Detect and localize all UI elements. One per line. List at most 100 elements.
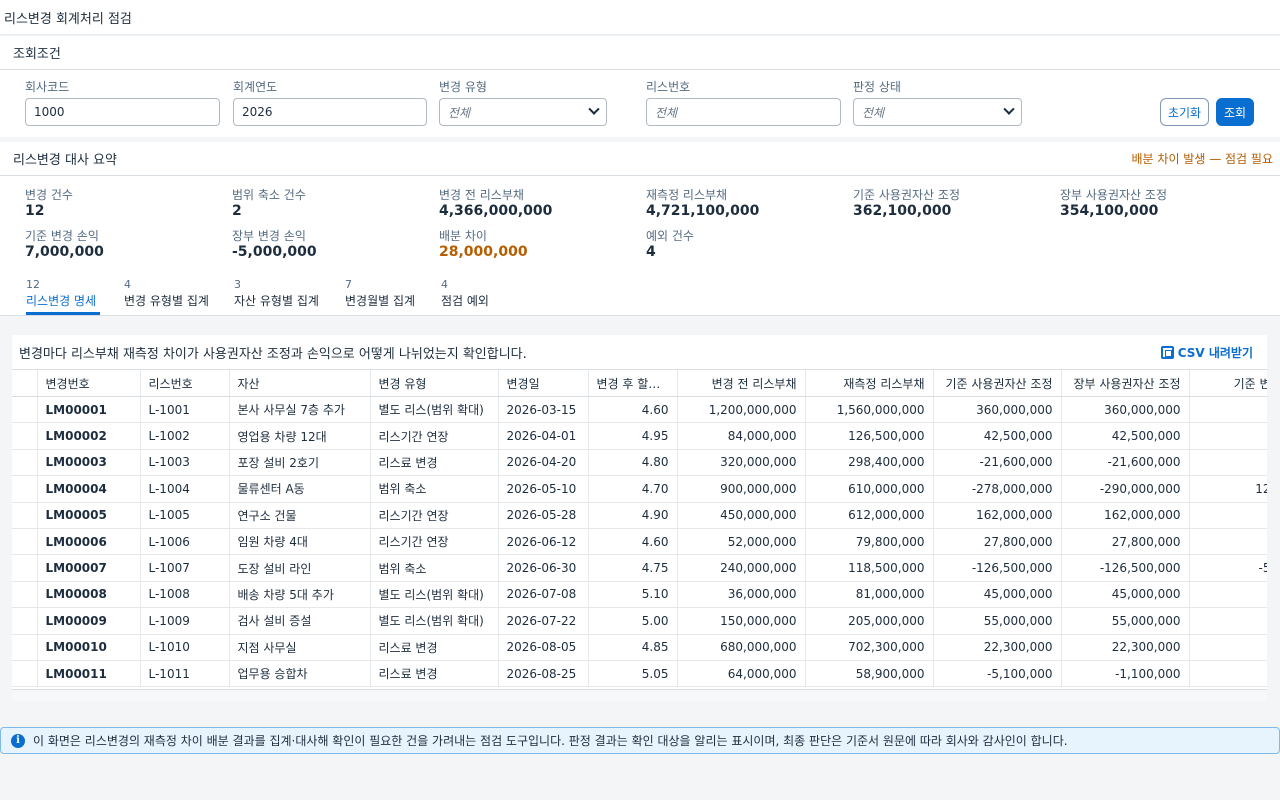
table-cell: 612,000,000 bbox=[805, 502, 934, 529]
row-selector[interactable] bbox=[12, 396, 38, 424]
company-code-label: 회사코드 bbox=[25, 80, 70, 94]
column-header[interactable]: 변경 후 할인... bbox=[588, 369, 678, 397]
table-cell: 4.60 bbox=[588, 396, 678, 424]
lease-change-table: 변경번호 리스번호 자산 변경 유형 변경일 변경 후 할인... 변경 전 리스부채 재측정… bbox=[12, 369, 1267, 688]
table-cell: 2026-04-20 bbox=[498, 449, 589, 477]
row-selector[interactable] bbox=[12, 581, 38, 609]
info-message-strip: i 이 화면은 리스변경의 재측정 차이 배분 결과를 집계·대사해 확인이 필… bbox=[0, 727, 1280, 754]
csv-download-button[interactable]: CSV 내려받기 bbox=[1160, 344, 1253, 361]
column-header[interactable]: 기준 변 bbox=[1189, 369, 1267, 397]
row-selector[interactable] bbox=[12, 660, 38, 688]
table-row[interactable]: LM00005 L-1005 연구소 건물 리스기간 연장 2026-05-28 4.90… bbox=[12, 502, 1267, 529]
row-selector[interactable] bbox=[12, 634, 38, 661]
table-cell bbox=[1189, 528, 1267, 556]
table-cell: 2026-06-30 bbox=[498, 554, 589, 582]
table-cell: 리스료 변경 bbox=[370, 660, 499, 688]
table-cell: 360,000,000 bbox=[1061, 396, 1190, 424]
table-cell: 702,300,000 bbox=[805, 634, 934, 661]
row-selector[interactable] bbox=[12, 502, 38, 529]
tab-by-month[interactable]: 7 변경월별 집계 bbox=[345, 278, 415, 309]
table-cell: 영업용 차량 12대 bbox=[229, 422, 371, 450]
table-cell bbox=[1189, 422, 1267, 450]
table-row[interactable]: LM00002 L-1002 영업용 차량 12대 리스기간 연장 2026-04-01… bbox=[12, 422, 1267, 450]
table-row[interactable]: LM00010 L-1010 지점 사무실 리스료 변경 2026-08-05 4.85 6… bbox=[12, 634, 1267, 661]
table-cell: -21,600,000 bbox=[1061, 449, 1190, 477]
table-row[interactable]: LM00008 L-1008 배송 차량 5대 추가 별도 리스(범위 확대) 2026… bbox=[12, 581, 1267, 609]
table-cell: 2026-03-15 bbox=[498, 396, 589, 424]
table-cell: 별도 리스(범위 확대) bbox=[370, 607, 499, 635]
column-header[interactable]: 변경번호 bbox=[37, 369, 141, 397]
table-cell: -1,100,000 bbox=[1061, 660, 1190, 688]
change-type-select[interactable]: 전체 bbox=[439, 98, 607, 126]
tab-by-asset-type[interactable]: 3 자산 유형별 집계 bbox=[234, 278, 319, 309]
column-header[interactable]: 재측정 리스부채 bbox=[805, 369, 934, 397]
status-select[interactable]: 전체 bbox=[853, 98, 1022, 126]
summary-title: 리스변경 대사 요약 bbox=[13, 153, 117, 168]
row-selector[interactable] bbox=[12, 475, 38, 503]
copy-icon bbox=[1160, 345, 1174, 359]
table-cell: 4.75 bbox=[588, 554, 678, 582]
row-selector[interactable] bbox=[12, 528, 38, 556]
company-code-input[interactable]: 1000 bbox=[25, 98, 220, 126]
summary-section-header: 리스변경 대사 요약 배분 차이 발생 — 점검 필요 bbox=[0, 142, 1280, 176]
table-row[interactable]: LM00009 L-1009 검사 설비 증설 별도 리스(범위 확대) 2026-07… bbox=[12, 607, 1267, 635]
table-row[interactable]: LM00006 L-1006 임원 차량 4대 리스기간 연장 2026-06-12 4.… bbox=[12, 528, 1267, 556]
table-cell: L-1008 bbox=[140, 581, 230, 609]
row-selector[interactable] bbox=[12, 554, 38, 582]
table-cell bbox=[1189, 502, 1267, 529]
table-cell bbox=[1189, 660, 1267, 688]
column-header[interactable]: 변경 전 리스부채 bbox=[677, 369, 806, 397]
table-cell: 5.10 bbox=[588, 581, 678, 609]
fiscal-year-label: 회계연도 bbox=[233, 80, 278, 94]
column-header[interactable]: 기준 사용권자산 조정 bbox=[933, 369, 1062, 397]
table-cell: 27,800,000 bbox=[933, 528, 1062, 556]
fiscal-year-input[interactable]: 2026 bbox=[233, 98, 427, 126]
lease-no-filter: 리스번호 전체 bbox=[646, 78, 841, 126]
row-selector-header[interactable] bbox=[12, 369, 38, 397]
lease-no-input[interactable]: 전체 bbox=[646, 98, 841, 126]
horizontal-scrollbar[interactable] bbox=[12, 689, 1267, 701]
table-cell: 도장 설비 라인 bbox=[229, 554, 371, 582]
column-header[interactable]: 장부 사용권자산 조정 bbox=[1061, 369, 1190, 397]
table-cell: 지점 사무실 bbox=[229, 634, 371, 661]
row-selector[interactable] bbox=[12, 449, 38, 477]
table-cell: 4.85 bbox=[588, 634, 678, 661]
table-cell: 58,900,000 bbox=[805, 660, 934, 688]
fiscal-year-filter: 회계연도 2026 bbox=[233, 78, 427, 126]
table-cell: 81,000,000 bbox=[805, 581, 934, 609]
detail-panel: 변경마다 리스부채 재측정 차이가 사용권자산 조정과 손익으로 어떻게 나뉘었… bbox=[12, 335, 1267, 701]
summary-item: 장부 변경 손익 -5,000,000 bbox=[232, 229, 317, 260]
reset-button[interactable]: 초기화 bbox=[1160, 98, 1209, 126]
table-cell: 포장 설비 2호기 bbox=[229, 449, 371, 477]
table-cell bbox=[1189, 581, 1267, 609]
table-row[interactable]: LM00003 L-1003 포장 설비 2호기 리스료 변경 2026-04-20 4.… bbox=[12, 449, 1267, 477]
table-cell: 45,000,000 bbox=[933, 581, 1062, 609]
column-header[interactable]: 변경일 bbox=[498, 369, 589, 397]
table-cell: LM00001 bbox=[37, 396, 141, 424]
row-selector[interactable] bbox=[12, 607, 38, 635]
table-cell: LM00009 bbox=[37, 607, 141, 635]
table-cell: L-1006 bbox=[140, 528, 230, 556]
tab-by-change-type[interactable]: 4 변경 유형별 집계 bbox=[124, 278, 209, 309]
table-body: LM00001 L-1001 본사 사무실 7층 추가 별도 리스(범위 확대) 202… bbox=[12, 396, 1267, 688]
table-row[interactable]: LM00001 L-1001 본사 사무실 7층 추가 별도 리스(범위 확대) 202… bbox=[12, 396, 1267, 424]
status-value: 전체 bbox=[862, 105, 885, 120]
table-row[interactable]: LM00007 L-1007 도장 설비 라인 범위 축소 2026-06-30 4.75… bbox=[12, 554, 1267, 582]
summary-item: 장부 사용권자산 조정 354,100,000 bbox=[1060, 188, 1167, 219]
table-cell: 별도 리스(범위 확대) bbox=[370, 396, 499, 424]
table-cell: 27,800,000 bbox=[1061, 528, 1190, 556]
info-text: 이 화면은 리스변경의 재측정 차이 배분 결과를 집계·대사해 확인이 필요한… bbox=[33, 734, 1068, 748]
page-title: 리스변경 회계처리 점검 bbox=[0, 0, 1280, 34]
table-cell: 320,000,000 bbox=[677, 449, 806, 477]
column-header[interactable]: 변경 유형 bbox=[370, 369, 499, 397]
search-button[interactable]: 조회 bbox=[1216, 98, 1254, 126]
row-selector[interactable] bbox=[12, 422, 38, 450]
summary-item: 변경 건수 12 bbox=[25, 188, 73, 219]
tab-exceptions[interactable]: 4 점검 예외 bbox=[441, 278, 489, 309]
tab-lease-change-list[interactable]: 12 리스변경 명세 bbox=[26, 278, 100, 315]
table-row[interactable]: LM00011 L-1011 업무용 승합차 리스료 변경 2026-08-25 5.05… bbox=[12, 660, 1267, 688]
table-row[interactable]: LM00004 L-1004 물류센터 A동 범위 축소 2026-05-10 4.70 9… bbox=[12, 475, 1267, 503]
column-header[interactable]: 자산 bbox=[229, 369, 371, 397]
table-cell: L-1004 bbox=[140, 475, 230, 503]
column-header[interactable]: 리스번호 bbox=[140, 369, 230, 397]
